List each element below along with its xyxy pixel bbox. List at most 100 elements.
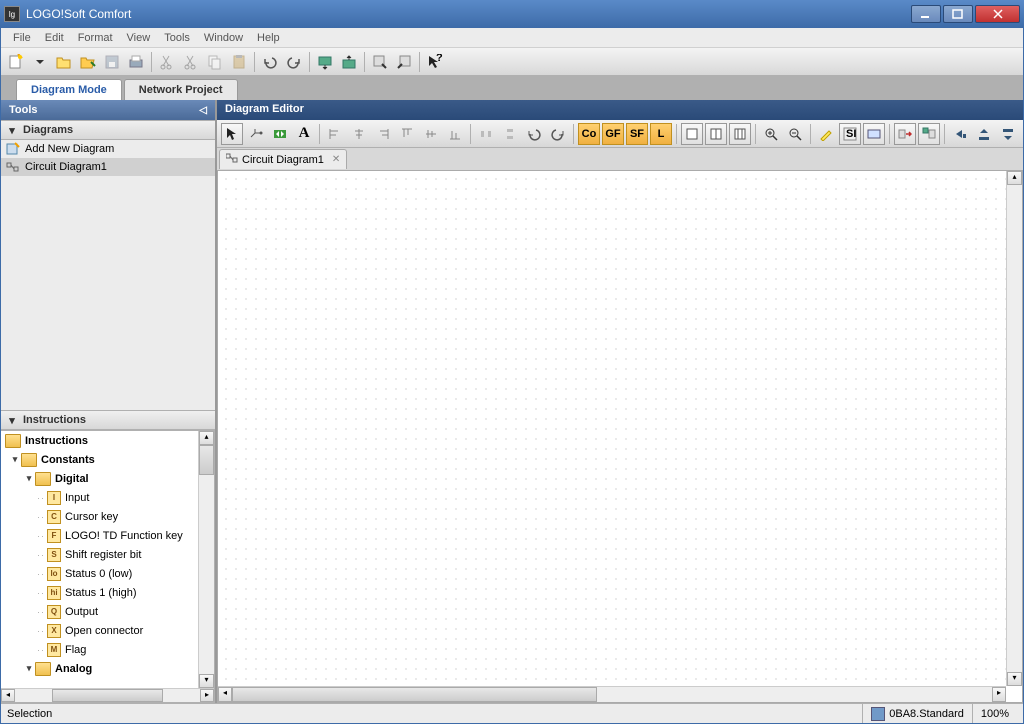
- scroll-up-icon[interactable]: ▴: [199, 431, 214, 445]
- scroll-left-icon[interactable]: ◂: [1, 689, 15, 702]
- zoom-out-button[interactable]: [784, 123, 806, 145]
- tree-node[interactable]: ··CCursor key: [1, 507, 214, 526]
- paste-button[interactable]: [228, 51, 250, 73]
- canvas[interactable]: ▴ ▾ ◂ ▸: [217, 170, 1023, 703]
- tree-root[interactable]: Instructions: [1, 431, 214, 450]
- align-top-button[interactable]: [396, 123, 418, 145]
- close-tab-icon[interactable]: ✕: [332, 154, 340, 165]
- transfer2-button[interactable]: [393, 51, 415, 73]
- new-button[interactable]: [5, 51, 27, 73]
- dist-v-button[interactable]: [499, 123, 521, 145]
- open-button[interactable]: [53, 51, 75, 73]
- goto-start-button[interactable]: [949, 123, 971, 145]
- scroll-down-icon[interactable]: ▾: [1007, 672, 1022, 686]
- download-button[interactable]: [314, 51, 336, 73]
- menu-help[interactable]: Help: [251, 30, 286, 46]
- sim-params-button[interactable]: SIM: [839, 123, 861, 145]
- page-3-button[interactable]: [729, 123, 751, 145]
- page-1-button[interactable]: [681, 123, 703, 145]
- dist-h-button[interactable]: [475, 123, 497, 145]
- canvas-vscrollbar[interactable]: ▴ ▾: [1006, 171, 1022, 686]
- open-dropdown[interactable]: [29, 51, 51, 73]
- menu-edit[interactable]: Edit: [39, 30, 70, 46]
- stop-sim-button[interactable]: [918, 123, 940, 145]
- diagram-item[interactable]: Circuit Diagram1: [1, 158, 215, 176]
- scroll-thumb[interactable]: [232, 687, 597, 702]
- tree-digital[interactable]: ▾ Digital: [1, 469, 214, 488]
- diagrams-section-header[interactable]: ▾ Diagrams: [1, 120, 215, 140]
- document-tab[interactable]: Circuit Diagram1 ✕: [219, 149, 347, 169]
- start-sim-button[interactable]: [894, 123, 916, 145]
- tree-constants[interactable]: ▾ Constants: [1, 450, 214, 469]
- copy-button[interactable]: [204, 51, 226, 73]
- scroll-down-icon[interactable]: ▾: [199, 674, 214, 688]
- tab-diagram-mode[interactable]: Diagram Mode: [16, 79, 122, 100]
- menu-window[interactable]: Window: [198, 30, 249, 46]
- tree-node[interactable]: ··MFlag: [1, 640, 214, 659]
- save-button[interactable]: [101, 51, 123, 73]
- page-2-button[interactable]: [705, 123, 727, 145]
- cut-button[interactable]: [156, 51, 178, 73]
- redo-button[interactable]: [283, 51, 305, 73]
- basic-functions-filter[interactable]: GF: [602, 123, 624, 145]
- menu-view[interactable]: View: [121, 30, 157, 46]
- tree-node[interactable]: ··hiStatus 1 (high): [1, 583, 214, 602]
- cut2-button[interactable]: [180, 51, 202, 73]
- align-bottom-button[interactable]: [444, 123, 466, 145]
- cut-connect-tool[interactable]: [269, 123, 291, 145]
- add-new-diagram[interactable]: Add New Diagram: [1, 140, 215, 158]
- special-functions-filter[interactable]: SF: [626, 123, 648, 145]
- tab-network-project[interactable]: Network Project: [124, 79, 238, 100]
- open-project-button[interactable]: [77, 51, 99, 73]
- instructions-section-header[interactable]: ▾ Instructions: [1, 410, 215, 430]
- menu-format[interactable]: Format: [72, 30, 119, 46]
- online-test-button[interactable]: [863, 123, 885, 145]
- canvas-hscrollbar[interactable]: ◂ ▸: [218, 686, 1006, 702]
- menu-tools[interactable]: Tools: [158, 30, 196, 46]
- collapse-icon[interactable]: ◁: [199, 105, 207, 116]
- log-filter[interactable]: L: [650, 123, 672, 145]
- goto-end-button[interactable]: [973, 123, 995, 145]
- scroll-right-icon[interactable]: ▸: [992, 687, 1006, 702]
- tree-hscrollbar[interactable]: ◂ ▸: [1, 688, 214, 702]
- text-tool[interactable]: A: [293, 123, 315, 145]
- scroll-left-icon[interactable]: ◂: [218, 687, 232, 702]
- goto-up-button[interactable]: [997, 123, 1019, 145]
- tree-analog[interactable]: ▾ Analog: [1, 659, 214, 678]
- print-button[interactable]: [125, 51, 147, 73]
- close-button[interactable]: [975, 5, 1020, 23]
- tree-node[interactable]: ··loStatus 0 (low): [1, 564, 214, 583]
- tree-node[interactable]: ··IInput: [1, 488, 214, 507]
- redo-editor-button[interactable]: [547, 123, 569, 145]
- tree-node[interactable]: ··FLOGO! TD Function key: [1, 526, 214, 545]
- transfer1-button[interactable]: [369, 51, 391, 73]
- highlight-button[interactable]: [815, 123, 837, 145]
- scroll-thumb[interactable]: [199, 445, 214, 475]
- tree-node[interactable]: ··XOpen connector: [1, 621, 214, 640]
- scroll-up-icon[interactable]: ▴: [1007, 171, 1022, 185]
- constants-filter[interactable]: Co: [578, 123, 600, 145]
- maximize-button[interactable]: [943, 5, 973, 23]
- align-hcenter-button[interactable]: [420, 123, 442, 145]
- status-zoom: 100%: [981, 708, 1009, 720]
- device-icon: [871, 707, 885, 721]
- align-right-button[interactable]: [372, 123, 394, 145]
- diagram-icon: [5, 160, 21, 174]
- align-vcenter-button[interactable]: [348, 123, 370, 145]
- status-device: 0BA8.Standard: [889, 708, 964, 720]
- tree-vscrollbar[interactable]: ▴ ▾: [198, 431, 214, 688]
- scroll-thumb[interactable]: [52, 689, 163, 702]
- tree-node[interactable]: ··QOutput: [1, 602, 214, 621]
- tree-node[interactable]: ··SShift register bit: [1, 545, 214, 564]
- minimize-button[interactable]: [911, 5, 941, 23]
- undo-button[interactable]: [259, 51, 281, 73]
- pointer-tool[interactable]: [221, 123, 243, 145]
- scroll-right-icon[interactable]: ▸: [200, 689, 214, 702]
- upload-button[interactable]: [338, 51, 360, 73]
- menu-file[interactable]: File: [7, 30, 37, 46]
- undo-editor-button[interactable]: [523, 123, 545, 145]
- connect-tool[interactable]: [245, 123, 267, 145]
- zoom-in-button[interactable]: [760, 123, 782, 145]
- align-left-button[interactable]: [324, 123, 346, 145]
- help-pointer-button[interactable]: ?: [424, 51, 446, 73]
